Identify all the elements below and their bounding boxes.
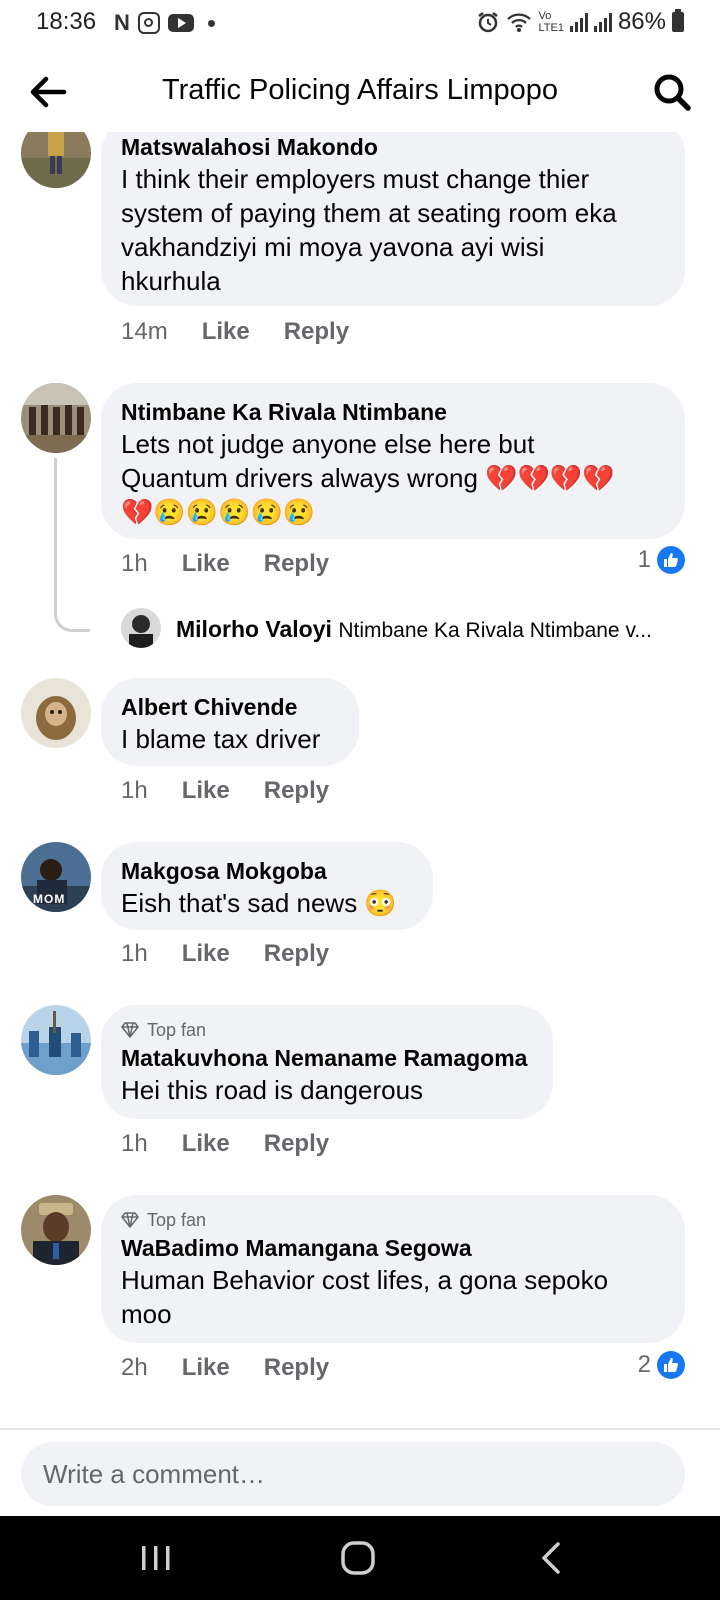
like-button[interactable]: Like: [182, 1354, 230, 1382]
like-button[interactable]: Like: [182, 940, 230, 968]
comment-text-line: Eish that's sad news 😳: [121, 888, 397, 918]
avatar-label: MOM: [33, 892, 66, 906]
header: Traffic Policing Affairs Limpopo: [0, 56, 720, 126]
comment-text-line: hkurhula: [121, 266, 221, 296]
comment-text-line: Hei this road is dangerous: [121, 1075, 424, 1105]
comment-bubble[interactable]: Makgosa Mokgoba Eish that's sad news 😳: [101, 842, 433, 930]
avatar[interactable]: [121, 608, 161, 648]
reply-button[interactable]: Reply: [264, 777, 329, 805]
comment-actions: 1h Like Reply: [121, 550, 329, 578]
comment-text-line: moo: [121, 1299, 172, 1329]
alarm-icon: [478, 12, 499, 33]
like-button[interactable]: Like: [202, 318, 250, 346]
home-icon[interactable]: [336, 1538, 380, 1578]
notification-icons: N: [114, 10, 215, 36]
instagram-icon: [137, 12, 160, 34]
reply-button[interactable]: Reply: [284, 318, 349, 346]
comment-actions: 1h Like Reply: [121, 777, 329, 805]
comment-author[interactable]: Matswalahosi Makondo: [121, 132, 665, 162]
comment-time: 1h: [121, 777, 148, 804]
back-arrow-icon[interactable]: [26, 70, 70, 114]
reaction-count: 1: [637, 546, 651, 573]
comment-text-line: system of paying them at seating room ek…: [121, 198, 617, 228]
avatar[interactable]: [21, 132, 91, 188]
comment-text-line: 💔😢😢😢😢😢: [121, 497, 316, 527]
thumbs-up-icon: [657, 1351, 685, 1379]
comment-text-line: Quantum drivers always wrong 💔💔💔💔: [121, 463, 615, 493]
avatar[interactable]: [21, 383, 91, 453]
reaction-summary[interactable]: 1: [638, 546, 685, 574]
comment-input[interactable]: [21, 1442, 685, 1506]
comment-time: 14m: [121, 318, 168, 345]
avatar[interactable]: [21, 1005, 91, 1075]
comment-time: 2h: [121, 1354, 148, 1381]
comment-time: 1h: [121, 1130, 148, 1157]
wifi-icon: [507, 13, 532, 32]
reply-button[interactable]: Reply: [264, 940, 329, 968]
comment-composer: [0, 1428, 720, 1516]
comment-time: 1h: [121, 550, 148, 577]
battery-icon: [672, 9, 684, 32]
comment-actions: 14m Like Reply: [121, 318, 349, 346]
comment-bubble[interactable]: Top fan Matakuvhona Nemaname Ramagoma He…: [101, 1005, 553, 1119]
page-title: Traffic Policing Affairs Limpopo: [162, 74, 558, 106]
diamond-icon: [121, 1022, 139, 1038]
signal-icon-1: [569, 12, 588, 32]
comment-bubble[interactable]: Albert Chivende I blame tax driver: [101, 678, 359, 766]
thumbs-up-icon: [657, 546, 685, 574]
navigation-bar: [0, 1516, 720, 1600]
comment-bubble[interactable]: Matswalahosi Makondo I think their emplo…: [101, 132, 685, 306]
reaction-count: 2: [637, 1351, 651, 1378]
like-button[interactable]: Like: [182, 1130, 230, 1158]
youtube-icon: [167, 14, 194, 32]
comment-author[interactable]: WaBadimo Mamangana Segowa: [121, 1233, 665, 1263]
top-fan-badge: Top fan: [121, 1209, 665, 1231]
comment-text-line: Lets not judge anyone else here but: [121, 429, 535, 459]
comment-author[interactable]: Matakuvhona Nemaname Ramagoma: [121, 1043, 533, 1073]
reply-button[interactable]: Reply: [264, 550, 329, 578]
netflix-icon: N: [114, 10, 130, 35]
more-notifications-icon: [207, 19, 215, 27]
battery-percent: 86%: [617, 8, 666, 35]
badge-label: Top fan: [147, 1020, 207, 1040]
search-icon[interactable]: [650, 70, 694, 114]
comment-text-line: I think their employers must change thie…: [121, 164, 590, 194]
reply-preview[interactable]: Milorho Valoyi Ntimbane Ka Rivala Ntimba…: [176, 616, 688, 643]
avatar[interactable]: [21, 1195, 91, 1265]
comment-bubble[interactable]: Top fan WaBadimo Mamangana Segowa Human …: [101, 1195, 685, 1343]
comment-list: Matswalahosi Makondo I think their emplo…: [0, 132, 720, 1428]
comment-bubble[interactable]: Ntimbane Ka Rivala Ntimbane Lets not jud…: [101, 383, 685, 539]
avatar[interactable]: [21, 678, 91, 748]
comment-time: 1h: [121, 940, 148, 967]
volte-label: Vo LTE1: [538, 10, 564, 34]
comment-actions: 1h Like Reply: [121, 1130, 329, 1158]
comment-text-line: vakhandziyi mi moya yavona ayi wisi: [121, 232, 545, 262]
top-fan-badge: Top fan: [121, 1019, 533, 1041]
thread-line: [54, 458, 90, 632]
signal-icon-2: [593, 12, 612, 32]
comment-author[interactable]: Ntimbane Ka Rivala Ntimbane: [121, 397, 665, 427]
reply-button[interactable]: Reply: [264, 1130, 329, 1158]
badge-label: Top fan: [147, 1210, 207, 1230]
status-time: 18:36: [36, 8, 97, 35]
reply-snippet: Ntimbane Ka Rivala Ntimbane v...: [338, 619, 652, 642]
reply-button[interactable]: Reply: [264, 1354, 329, 1382]
comment-text-line: I blame tax driver: [121, 724, 321, 754]
comment-author[interactable]: Albert Chivende: [121, 692, 339, 722]
comment-text-line: Human Behavior cost lifes, a gona sepoko: [121, 1265, 609, 1295]
comment-actions: 2h Like Reply: [121, 1354, 329, 1382]
status-bar: 18:36 N Vo LTE1 86%: [0, 0, 720, 46]
reply-author[interactable]: Milorho Valoyi: [176, 616, 332, 642]
like-button[interactable]: Like: [182, 777, 230, 805]
system-icons: Vo LTE1 86%: [476, 8, 684, 36]
recent-apps-icon[interactable]: [134, 1538, 178, 1578]
back-icon[interactable]: [532, 1538, 576, 1578]
comment-actions: 1h Like Reply: [121, 940, 329, 968]
comment-author[interactable]: Makgosa Mokgoba: [121, 856, 413, 886]
avatar[interactable]: MOM: [21, 842, 91, 912]
like-button[interactable]: Like: [182, 550, 230, 578]
reaction-summary[interactable]: 2: [638, 1351, 685, 1379]
diamond-icon: [121, 1212, 139, 1228]
